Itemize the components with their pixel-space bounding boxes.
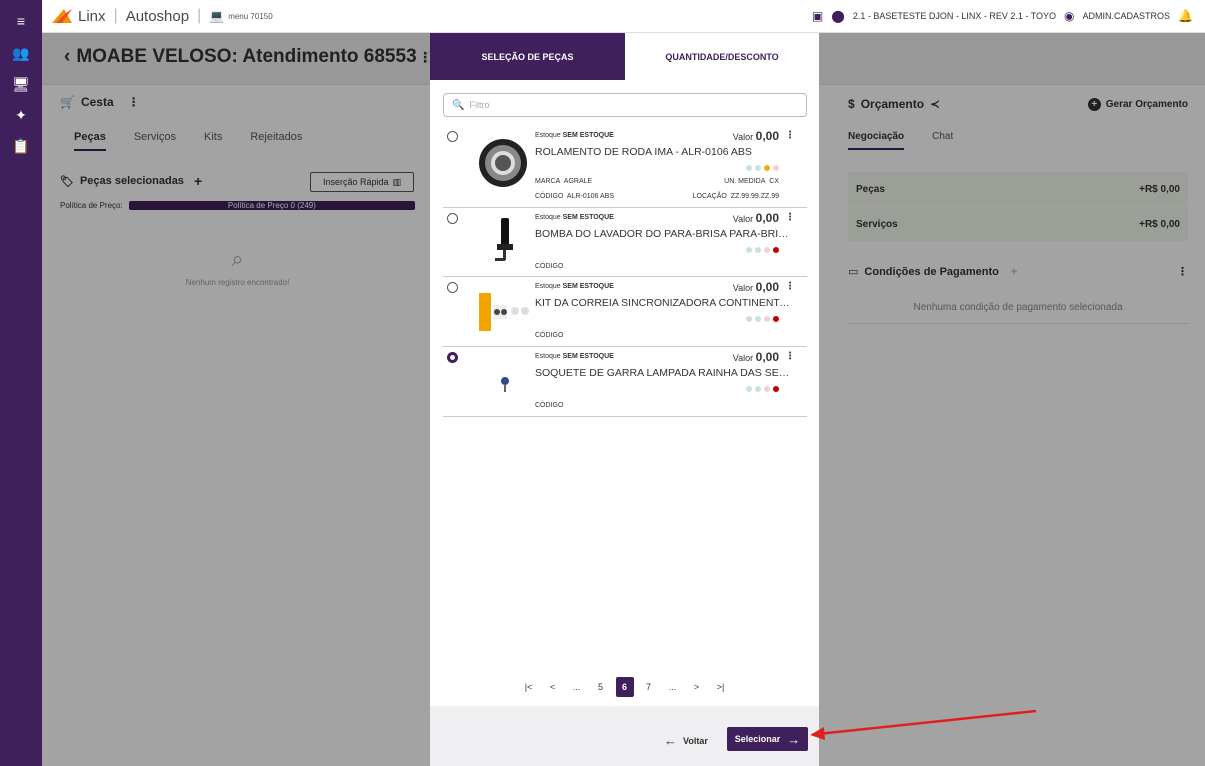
belt-kit-image-icon — [479, 293, 529, 331]
selecionar-button[interactable]: Selecionar → — [727, 727, 808, 751]
left-rail: ≡ 👥 🖥 ✦ 📋 — [0, 0, 42, 766]
select-radio[interactable] — [447, 213, 458, 224]
app-name: Autoshop — [125, 7, 190, 25]
step-quantidade-desconto[interactable]: QUANTIDADE/DESCONTO — [625, 33, 819, 80]
list-item[interactable]: Estoque SEM ESTOQUE Valor 0,00 ⋮ KIT DA … — [443, 277, 807, 347]
select-radio[interactable] — [447, 131, 458, 142]
select-radio[interactable] — [447, 282, 458, 293]
item-more-icon[interactable]: ⋮ — [785, 281, 795, 292]
arrow-left-icon: ← — [664, 733, 677, 748]
item-more-icon[interactable]: ⋮ — [785, 351, 795, 362]
top-bar: Linx | Autoshop | 💻 menu 70150 ▣ ⬤ 2.1 -… — [42, 0, 1205, 33]
brand: Linx | Autoshop | 💻 menu 70150 — [78, 7, 273, 25]
ellipsis-next[interactable]: ... — [664, 677, 682, 697]
search-icon: 🔍 — [452, 99, 465, 111]
arrow-right-icon: → — [787, 731, 801, 747]
prev-page-button[interactable]: < — [544, 677, 562, 697]
availability-dots — [746, 316, 779, 322]
page-6-button-current[interactable]: 6 — [615, 677, 634, 697]
availability-dots — [746, 165, 779, 171]
menu-label: menu 70150 — [228, 11, 273, 21]
sparkles-icon[interactable]: ✦ — [0, 103, 42, 127]
bell-icon[interactable]: 🔔 — [1178, 9, 1193, 23]
pagination: |< < ... 5 6 7 ... > >| — [430, 677, 819, 697]
part-selection-modal: SELEÇÃO DE PEÇAS QUANTIDADE/DESCONTO 🔍 E… — [430, 33, 819, 766]
menu-indicator[interactable]: 💻 menu 70150 — [209, 9, 272, 23]
location-pin-icon: ⬤ — [831, 9, 845, 23]
user-circle-icon: ◉ — [1064, 9, 1075, 23]
page-7-button[interactable]: 7 — [640, 677, 658, 697]
filter-input[interactable] — [469, 100, 770, 110]
parts-list: Estoque SEM ESTOQUE Valor 0,00 ⋮ ROLAMEN… — [443, 126, 807, 417]
clipboard-icon[interactable]: 📋 — [0, 134, 42, 158]
laptop-icon: 💻 — [209, 9, 225, 23]
availability-dots — [746, 247, 779, 253]
item-more-icon[interactable]: ⋮ — [785, 130, 795, 141]
location-text[interactable]: 2.1 - BASETESTE DJON - LINX - REV 2.1 - … — [853, 11, 1056, 21]
modal-footer: ← Voltar Selecionar → — [430, 706, 819, 766]
hamburger-menu-icon[interactable]: ≡ — [0, 9, 42, 33]
pump-image-icon — [495, 218, 513, 261]
linx-logo-icon — [52, 9, 72, 23]
topbar-right: ▣ ⬤ 2.1 - BASETESTE DJON - LINX - REV 2.… — [812, 9, 1193, 23]
item-name: BOMBA DO LAVADOR DO PARA-BRISA PARA-BRIS… — [535, 228, 791, 240]
page-5-button[interactable]: 5 — [592, 677, 610, 697]
item-name: SOQUETE DE GARRA LAMPADA RAINHA DAS SETE… — [535, 367, 791, 379]
list-item[interactable]: Estoque SEM ESTOQUE Valor 0,00 ⋮ SOQUETE… — [443, 347, 807, 417]
brand-name: Linx — [78, 7, 106, 25]
item-name: KIT DA CORREIA SINCRONIZADORA CONTINENTA… — [535, 297, 791, 309]
filter-field: 🔍 — [443, 93, 807, 117]
chat-icon[interactable]: ▣ — [812, 9, 823, 23]
item-more-icon[interactable]: ⋮ — [785, 212, 795, 223]
socket-image-icon — [501, 377, 509, 392]
monitor-icon[interactable]: 🖥 — [0, 72, 42, 96]
ellipsis-prev[interactable]: ... — [568, 677, 586, 697]
voltar-button[interactable]: ← Voltar — [664, 733, 708, 748]
select-radio-selected[interactable] — [447, 352, 458, 363]
users-icon[interactable]: 👥 — [0, 41, 42, 65]
first-page-button[interactable]: |< — [520, 677, 538, 697]
last-page-button[interactable]: >| — [712, 677, 730, 697]
step-selecao-pecas[interactable]: SELEÇÃO DE PEÇAS — [430, 33, 634, 80]
user-name[interactable]: ADMIN.CADASTROS — [1083, 11, 1171, 21]
list-item[interactable]: Estoque SEM ESTOQUE Valor 0,00 ⋮ ROLAMEN… — [443, 126, 807, 208]
stepper: SELEÇÃO DE PEÇAS QUANTIDADE/DESCONTO — [430, 33, 819, 80]
availability-dots — [746, 386, 779, 392]
list-item[interactable]: Estoque SEM ESTOQUE Valor 0,00 ⋮ BOMBA D… — [443, 208, 807, 277]
bearing-image-icon — [479, 139, 527, 187]
item-name: ROLAMENTO DE RODA IMA - ALR-0106 ABS — [535, 146, 752, 158]
next-page-button[interactable]: > — [688, 677, 706, 697]
